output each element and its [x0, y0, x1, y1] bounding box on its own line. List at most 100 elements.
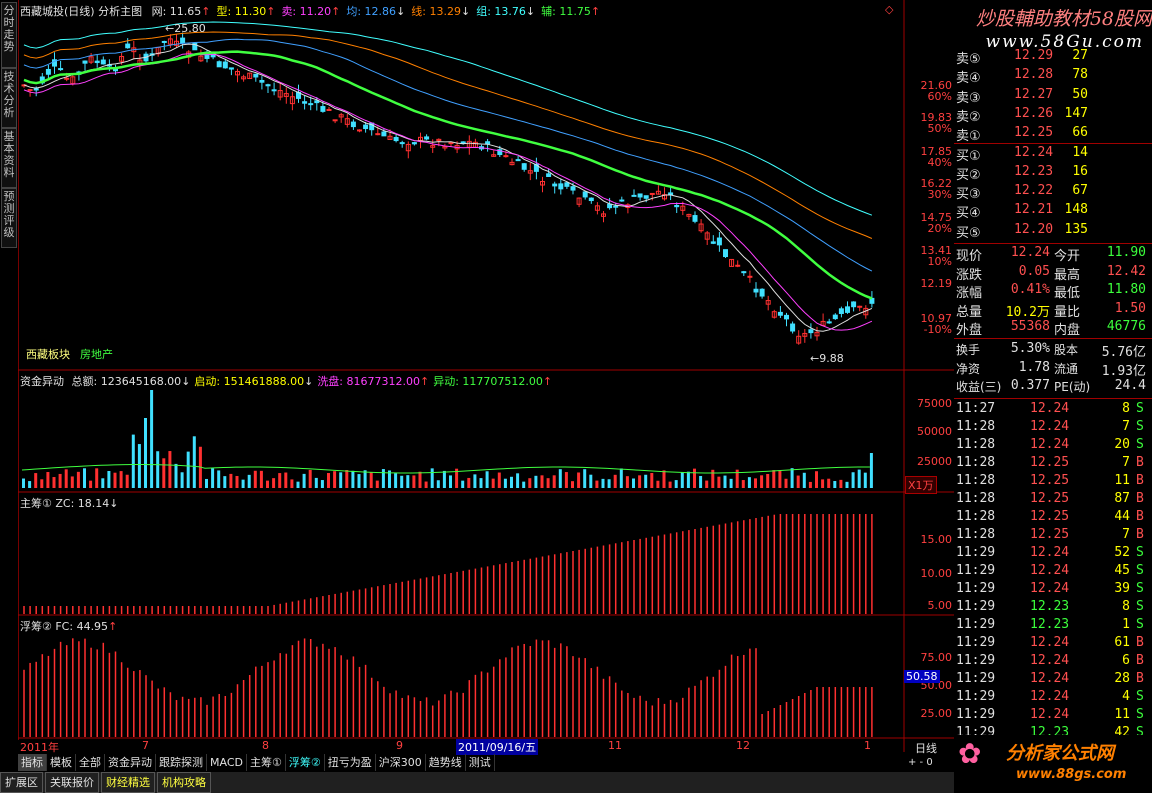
tick-price: 12.24: [1030, 707, 1070, 722]
tick-row[interactable]: 11:28 12.25 7 B: [954, 527, 1152, 545]
tick-row[interactable]: 11:29 12.23 8 S: [954, 599, 1152, 617]
tab-technical[interactable]: 技术分析: [1, 68, 17, 128]
price-tick: 10.97 -10%: [920, 312, 953, 336]
tick-row[interactable]: 11:29 12.24 39 S: [954, 581, 1152, 599]
order-price: 12.26: [1014, 105, 1054, 121]
indicator-value: 线: 13.29: [411, 5, 461, 18]
axis-tick: 25.00: [920, 707, 953, 720]
tick-volume: 4: [1122, 689, 1130, 704]
tick-row[interactable]: 11:28 12.25 11 B: [954, 473, 1152, 491]
tick-price: 12.24: [1030, 563, 1070, 578]
indicator-tab[interactable]: 测试: [466, 754, 495, 771]
indicator-tab[interactable]: 趋势线: [426, 754, 466, 771]
watermark-bottom: 分析家公式网: [1006, 743, 1114, 764]
tick-time: 11:29: [956, 545, 996, 560]
tick-row[interactable]: 11:29 12.24 52 S: [954, 545, 1152, 563]
tab-intraday[interactable]: 分时走势: [1, 2, 17, 68]
trend-arrow: ↑: [542, 375, 553, 388]
footer-tab[interactable]: 机构攻略: [157, 772, 211, 793]
order-label: 卖④: [956, 71, 981, 87]
footer-tab[interactable]: 财经精选: [101, 772, 155, 793]
price-tick: 13.41 10%: [920, 244, 953, 268]
footer-tab[interactable]: 扩展区: [0, 772, 43, 793]
order-label: 买⑤: [956, 225, 981, 241]
indicator-tab[interactable]: 模板: [47, 754, 76, 771]
date-tick: 2011/09/16/五: [456, 739, 539, 755]
order-price: 12.21: [1014, 202, 1054, 218]
tab-fundamentals[interactable]: 基本资料: [1, 128, 17, 188]
tick-row[interactable]: 11:27 12.24 8 S: [954, 401, 1152, 419]
tick-list[interactable]: 11:27 12.24 8 S 11:28 12.24 7 S 11:28 12.24 20 S 11:…: [954, 401, 1152, 739]
order-label: 卖②: [956, 109, 981, 125]
indicator-tab[interactable]: 指标: [18, 754, 47, 771]
footer-bar: 扩展区 关联报价 财经精选 机构攻略: [0, 772, 954, 793]
tick-row[interactable]: 11:29 12.24 61 B: [954, 635, 1152, 653]
tick-time: 11:29: [956, 617, 996, 632]
tick-time: 11:29: [956, 707, 996, 722]
tick-row[interactable]: 11:29 12.24 11 S: [954, 707, 1152, 725]
tick-row[interactable]: 11:28 12.25 44 B: [954, 509, 1152, 527]
period-label: 日线: [915, 742, 937, 755]
tick-row[interactable]: 11:28 12.25 87 B: [954, 491, 1152, 509]
tick-row[interactable]: 11:29 12.24 6 B: [954, 653, 1152, 671]
order-label: 卖⑤: [956, 52, 981, 67]
trend-arrow: ↓: [525, 5, 536, 18]
tick-row[interactable]: 11:28 12.24 7 S: [954, 419, 1152, 437]
order-price: 12.28: [1014, 67, 1054, 83]
indicator-tab[interactable]: 沪深300: [376, 754, 426, 771]
tab-forecast[interactable]: 预测评级: [1, 188, 17, 248]
tick-volume: 7: [1122, 527, 1130, 542]
order-price: 12.22: [1014, 183, 1054, 199]
tick-row[interactable]: 11:29 12.24 45 S: [954, 563, 1152, 581]
indicator-tab[interactable]: 扭亏为盈: [325, 754, 376, 771]
order-volume: 135: [1064, 221, 1088, 237]
indicator-tab[interactable]: 浮筹②: [286, 754, 325, 771]
tick-side: B: [1136, 455, 1144, 470]
fund-label: 收益(三): [956, 380, 1002, 394]
fund-label: 净资: [956, 361, 981, 376]
tick-price: 12.23: [1030, 617, 1070, 632]
tick-side: B: [1136, 635, 1144, 650]
tick-volume: 87: [1114, 491, 1130, 506]
quote-value: 11.90: [1106, 245, 1146, 260]
tick-price: 12.23: [1030, 599, 1070, 614]
indicator-tab[interactable]: 资金异动: [105, 754, 156, 771]
price-tick: 12.19: [920, 277, 953, 290]
zoom-controls[interactable]: + - 0: [908, 757, 933, 768]
trend-arrow: ↑: [590, 5, 601, 18]
tick-row[interactable]: 11:29 12.23 1 S: [954, 617, 1152, 635]
watermark-bottom-box: ✿ 分析家公式网 www.88gs.com: [954, 735, 1152, 793]
indicator-tab[interactable]: 跟踪探测: [156, 754, 207, 771]
footer-tab[interactable]: 关联报价: [45, 772, 99, 793]
tick-row[interactable]: 11:29 12.24 28 B: [954, 671, 1152, 689]
fund-value: 5.30%: [1010, 341, 1050, 356]
chip2-highlight-value: 50.58: [904, 670, 940, 683]
tick-side: S: [1136, 437, 1144, 452]
fund-label: 换手: [956, 343, 981, 357]
tick-row[interactable]: 11:28 12.24 20 S: [954, 437, 1152, 455]
indicator-tab[interactable]: 主筹①: [247, 754, 286, 771]
tick-price: 12.24: [1030, 671, 1070, 686]
tick-volume: 39: [1114, 581, 1130, 596]
indicator-tab[interactable]: 全部: [76, 754, 105, 771]
trend-arrow: ↑: [331, 5, 341, 18]
tick-price: 12.25: [1030, 455, 1070, 470]
trend-arrow: ↑: [420, 375, 430, 388]
chip1-bars: [23, 514, 873, 614]
tick-row[interactable]: 11:28 12.25 7 B: [954, 455, 1152, 473]
indicator-tab[interactable]: MACD: [207, 754, 247, 771]
close-icon[interactable]: ◇: [885, 3, 893, 16]
quote-label: 总量: [956, 304, 983, 320]
price-tick: 17.85 40%: [920, 145, 953, 169]
left-tab-strip: 分时走势 技术分析 基本资料 预测评级: [0, 0, 19, 740]
tick-row[interactable]: 11:29 12.24 4 S: [954, 689, 1152, 707]
trend-arrow: ↓: [304, 375, 314, 388]
trend-arrow: ↑: [201, 5, 211, 18]
axis-tick: 10.00: [920, 567, 953, 580]
order-label: 买①: [956, 148, 981, 164]
axis-tick: 25000: [917, 455, 952, 468]
tick-volume: 8: [1122, 599, 1130, 614]
date-tick: 7: [142, 739, 149, 752]
tick-price: 12.24: [1030, 635, 1070, 650]
tick-side: S: [1136, 581, 1144, 596]
